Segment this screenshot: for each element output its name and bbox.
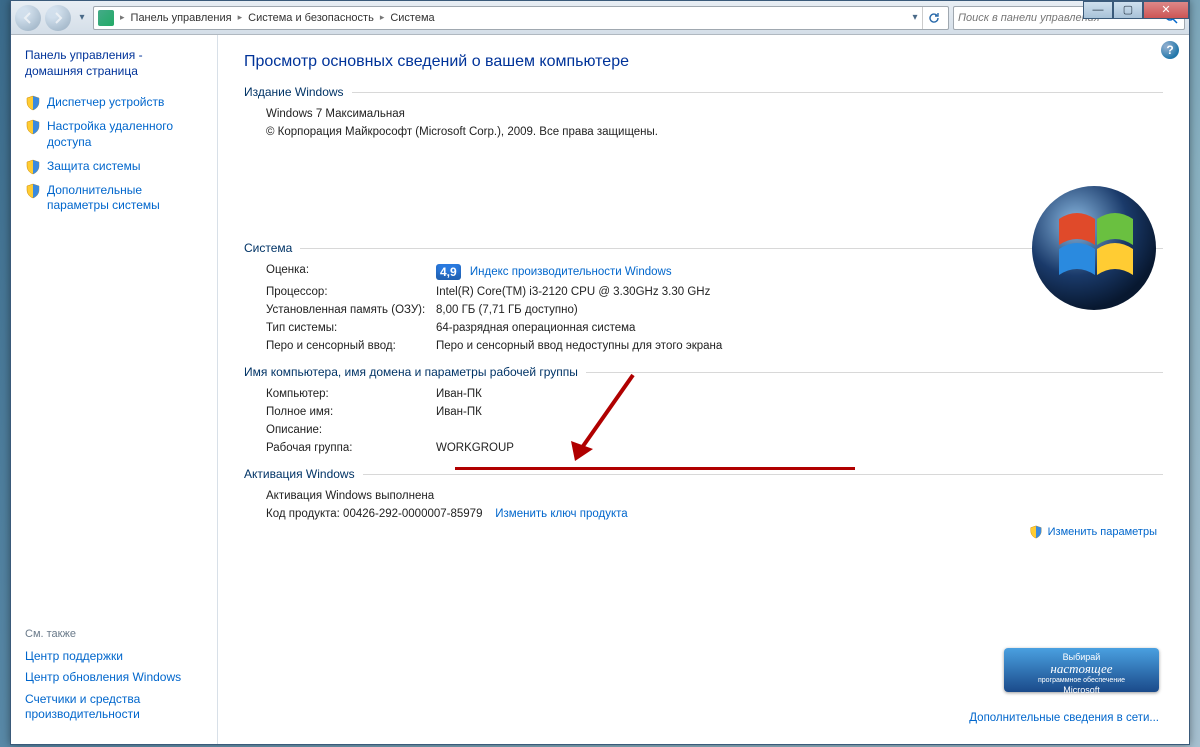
main-panel: ? Просмотр основных сведений о вашем ком…	[218, 35, 1189, 744]
copyright-text: © Корпорация Майкрософт (Microsoft Corp.…	[266, 123, 1163, 141]
pen-touch-value: Перо и сенсорный ввод недоступны для это…	[436, 340, 1163, 352]
genuine-microsoft-badge[interactable]: Выбирай настоящее программное обеспечени…	[1004, 648, 1159, 692]
group-legend: Система	[244, 241, 300, 255]
genuine-line: программное обеспечение	[1008, 677, 1155, 685]
computer-name-label: Компьютер:	[266, 388, 436, 400]
chevron-right-icon[interactable]: ▸	[118, 12, 127, 23]
group-legend: Издание Windows	[244, 85, 352, 99]
forward-button[interactable]	[45, 5, 71, 31]
change-product-key-link[interactable]: Изменить ключ продукта	[495, 508, 627, 520]
refresh-button[interactable]	[922, 7, 944, 29]
activation-status: Активация Windows выполнена	[266, 487, 1163, 505]
control-panel-icon	[98, 10, 114, 26]
see-also-link[interactable]: Центр обновления Windows	[25, 667, 203, 689]
chevron-right-icon[interactable]: ▸	[236, 12, 245, 23]
breadcrumb-item[interactable]: Система и безопасность	[244, 12, 378, 24]
rating-badge: 4,9	[436, 264, 461, 280]
sidebar-link-device-manager[interactable]: Диспетчер устройств	[17, 91, 211, 115]
windows-edition-value: Windows 7 Максимальная	[266, 105, 1163, 123]
group-legend: Имя компьютера, имя домена и параметры р…	[244, 365, 586, 379]
window-controls: — ▢ ✕	[1083, 1, 1189, 19]
workgroup-value: WORKGROUP	[436, 442, 1163, 454]
sidebar-link-advanced-settings[interactable]: Дополнительные параметры системы	[17, 179, 211, 218]
computer-name-value: Иван-ПК	[436, 388, 1163, 400]
sidebar-link-label: Защита системы	[47, 159, 140, 175]
see-also-label: См. также	[25, 628, 203, 640]
address-bar[interactable]: ▸ Панель управления ▸ Система и безопасн…	[93, 6, 949, 30]
sidebar-link-label: Настройка удаленного доступа	[47, 119, 203, 150]
shield-icon	[25, 95, 41, 111]
product-key-label: Код продукта: 00426-292-0000007-85979	[266, 508, 482, 520]
shield-icon	[25, 159, 41, 175]
full-name-value: Иван-ПК	[436, 406, 1163, 418]
chevron-right-icon[interactable]: ▸	[378, 12, 387, 23]
breadcrumb-item[interactable]: Система	[386, 12, 438, 24]
system-type-label: Тип системы:	[266, 322, 436, 334]
help-icon[interactable]: ?	[1161, 41, 1179, 59]
full-name-label: Полное имя:	[266, 406, 436, 418]
navigation-bar: ▾ ▸ Панель управления ▸ Система и безопа…	[11, 1, 1189, 35]
system-properties-window: — ▢ ✕ ▾ ▸ Панель управления ▸ Система и …	[10, 0, 1190, 745]
pen-touch-label: Перо и сенсорный ввод:	[266, 340, 436, 352]
change-settings-label: Изменить параметры	[1048, 526, 1157, 538]
sidebar-link-remote-settings[interactable]: Настройка удаленного доступа	[17, 115, 211, 154]
maximize-button[interactable]: ▢	[1113, 1, 1143, 19]
minimize-button[interactable]: —	[1083, 1, 1113, 19]
control-panel-home-link[interactable]: Панель управления - домашняя страница	[25, 47, 203, 79]
sidebar-panel: Панель управления - домашняя страница Ди…	[11, 35, 218, 744]
close-button[interactable]: ✕	[1143, 1, 1189, 19]
sidebar-link-label: Дополнительные параметры системы	[47, 183, 203, 214]
shield-icon	[25, 119, 41, 135]
more-info-online-link[interactable]: Дополнительные сведения в сети...	[969, 712, 1159, 724]
computer-name-group: Имя компьютера, имя домена и параметры р…	[244, 365, 1163, 457]
group-legend: Активация Windows	[244, 467, 363, 481]
system-group: Система Оценка: 4,9 Индекс производитель…	[244, 241, 1163, 355]
processor-label: Процессор:	[266, 286, 436, 298]
windows-edition-group: Издание Windows Windows 7 Максимальная ©…	[244, 85, 1163, 141]
windows-logo-icon	[1029, 183, 1159, 313]
back-button[interactable]	[15, 5, 41, 31]
see-also-link[interactable]: Счетчики и средства производительности	[25, 689, 203, 726]
page-title: Просмотр основных сведений о вашем компь…	[244, 53, 1163, 71]
description-label: Описание:	[266, 424, 436, 436]
sidebar-link-label: Диспетчер устройств	[47, 95, 164, 111]
genuine-line: настоящее	[1008, 662, 1155, 677]
history-dropdown-icon[interactable]: ▾	[75, 12, 89, 23]
performance-index-link[interactable]: Индекс производительности Windows	[470, 266, 672, 278]
see-also-link[interactable]: Центр поддержки	[25, 646, 203, 668]
breadcrumb-item[interactable]: Панель управления	[127, 12, 236, 24]
workgroup-label: Рабочая группа:	[266, 442, 436, 454]
activation-group: Активация Windows Активация Windows выпо…	[244, 467, 1163, 523]
change-settings-link[interactable]: Изменить параметры	[1029, 525, 1157, 539]
shield-icon	[1029, 525, 1043, 539]
rating-label: Оценка:	[266, 264, 436, 276]
sidebar-link-system-protection[interactable]: Защита системы	[17, 155, 211, 179]
system-type-value: 64-разрядная операционная система	[436, 322, 1163, 334]
genuine-line: Microsoft	[1008, 685, 1155, 695]
address-dropdown-icon[interactable]: ▾	[908, 12, 922, 23]
ram-label: Установленная память (ОЗУ):	[266, 304, 436, 316]
shield-icon	[25, 183, 41, 199]
